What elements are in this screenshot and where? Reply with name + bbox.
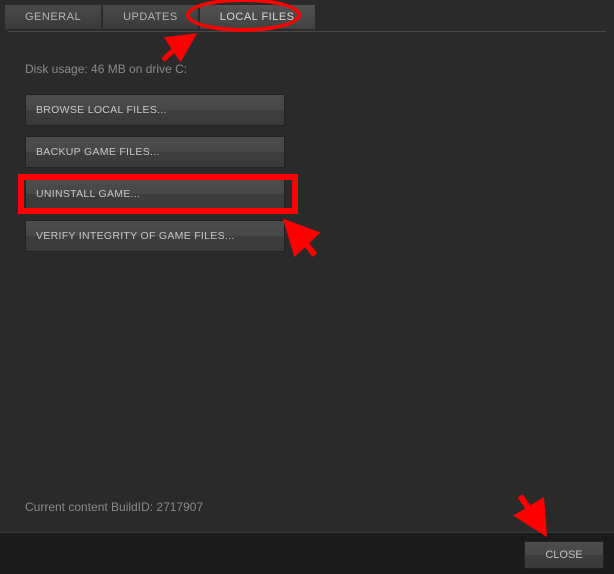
close-button[interactable]: CLOSE xyxy=(524,541,604,569)
tab-updates[interactable]: UPDATES xyxy=(103,5,198,29)
verify-integrity-button[interactable]: VERIFY INTEGRITY OF GAME FILES... xyxy=(25,220,285,252)
tab-general[interactable]: GENERAL xyxy=(5,5,101,29)
footer: CLOSE xyxy=(0,532,614,574)
tab-bar: GENERAL UPDATES LOCAL FILES xyxy=(0,0,614,29)
tab-local-files[interactable]: LOCAL FILES xyxy=(200,5,315,29)
browse-local-files-button[interactable]: BROWSE LOCAL FILES... xyxy=(25,94,285,126)
disk-usage-label: Disk usage: 46 MB on drive C: xyxy=(25,62,589,76)
backup-game-files-button[interactable]: BACKUP GAME FILES... xyxy=(25,136,285,168)
uninstall-game-button[interactable]: UNINSTALL GAME... xyxy=(25,178,285,210)
build-id-label: Current content BuildID: 2717907 xyxy=(25,500,203,514)
content-area: Disk usage: 46 MB on drive C: BROWSE LOC… xyxy=(0,32,614,292)
